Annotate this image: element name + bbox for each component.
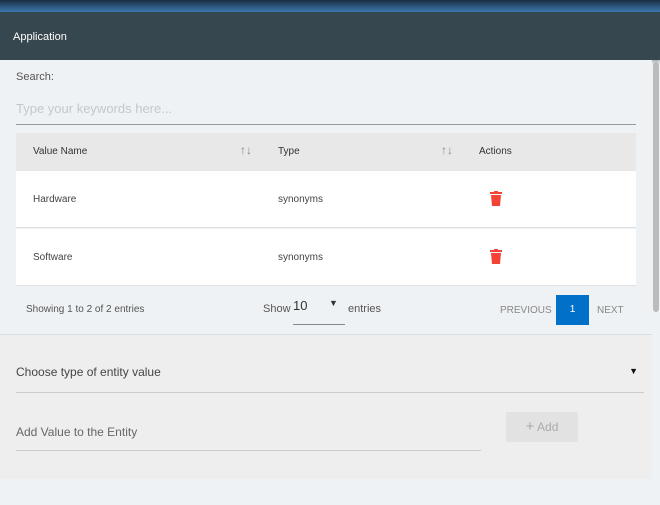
type-cell: synonyms [278,252,324,263]
plus-icon: + [525,418,535,435]
value-name-cell: Software [33,252,73,263]
sort-icon[interactable]: ↑↓ [441,143,453,157]
entries-info: Showing 1 to 2 of 2 entries [26,304,145,315]
add-value-form: Choose type of entity value ▼ Add Value t… [0,334,652,479]
table-row: Software synonyms [16,229,636,286]
add-button[interactable]: + Add [506,412,578,442]
entity-type-placeholder: Choose type of entity value [16,365,161,379]
scrollbar[interactable] [653,62,659,312]
entity-value-input[interactable]: Add Value to the Entity [16,419,481,451]
previous-button[interactable]: PREVIOUS [500,305,552,316]
next-button[interactable]: NEXT [597,305,624,316]
show-label: Show [263,303,291,315]
table-header: Value Name ↑↓ Type ↑↓ Actions [16,133,636,171]
search-label: Search: [16,71,54,83]
value-name-cell: Hardware [33,194,77,205]
page-size-value: 10 [293,298,308,313]
type-cell: synonyms [278,194,324,205]
app-header: Application [0,12,660,60]
app-title: Application [13,31,67,43]
dropdown-arrow-icon: ▼ [329,298,338,308]
entity-value-placeholder: Add Value to the Entity [16,425,138,439]
page-size-select[interactable]: 10 ▼ [293,298,345,325]
delete-icon[interactable] [490,249,502,264]
table-row: Hardware synonyms [16,171,636,228]
column-header-value-name[interactable]: Value Name [33,146,87,157]
sort-icon[interactable]: ↑↓ [240,143,252,157]
column-header-type[interactable]: Type [278,146,300,157]
entity-type-select[interactable]: Choose type of entity value ▼ [16,363,644,393]
page-1-button[interactable]: 1 [556,295,589,325]
search-input[interactable] [16,92,636,125]
dropdown-arrow-icon: ▼ [629,366,638,376]
delete-icon[interactable] [490,191,502,206]
browser-top-bar [0,0,660,12]
add-label: Add [537,420,559,434]
entries-label: entries [348,303,382,315]
column-header-actions: Actions [479,146,512,157]
